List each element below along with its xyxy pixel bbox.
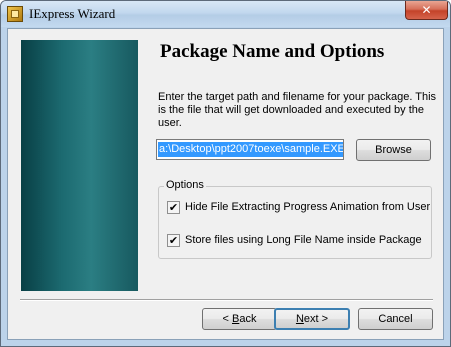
options-group-title: Options [164,179,206,191]
browse-button-label: Browse [375,144,412,156]
close-icon: ✕ [421,3,432,17]
title-bar[interactable]: IExpress Wizard ✕ [1,1,450,27]
back-button[interactable]: < Back [202,308,277,330]
window-title: IExpress Wizard [29,6,116,21]
long-filename-checkbox[interactable]: ✔ [167,234,180,247]
page-description: Enter the target path and filename for y… [158,91,437,129]
checkmark-icon: ✔ [168,234,179,247]
hide-animation-label: Hide File Extracting Progress Animation … [185,201,431,213]
hide-animation-checkbox[interactable]: ✔ [167,201,180,214]
package-path-input[interactable]: a:\Desktop\ppt2007toexe\sample.EXE [156,139,344,160]
browse-button[interactable]: Browse [356,139,431,161]
back-button-prefix: < [222,313,232,325]
wizard-window: IExpress Wizard ✕ Package Name and Optio… [0,0,451,347]
next-button-rest: ext > [303,313,329,325]
next-access-key: N [295,313,304,325]
iexpress-app-icon [7,6,23,22]
next-button[interactable]: Next > [274,308,350,330]
options-group: Options ✔ Hide File Extracting Progress … [158,179,432,259]
back-button-rest: ack [239,313,257,325]
long-filename-label: Store files using Long File Name inside … [185,234,422,246]
button-separator [20,299,433,301]
cancel-button-label: Cancel [378,313,413,325]
checkmark-icon: ✔ [168,201,179,214]
package-path-value: a:\Desktop\ppt2007toexe\sample.EXE [158,142,344,157]
wizard-client-area: Package Name and Options Enter the targe… [7,28,444,340]
close-button[interactable]: ✕ [405,1,448,20]
wizard-side-banner [21,40,138,291]
page-heading: Package Name and Options [160,41,385,62]
cancel-button[interactable]: Cancel [358,308,433,330]
